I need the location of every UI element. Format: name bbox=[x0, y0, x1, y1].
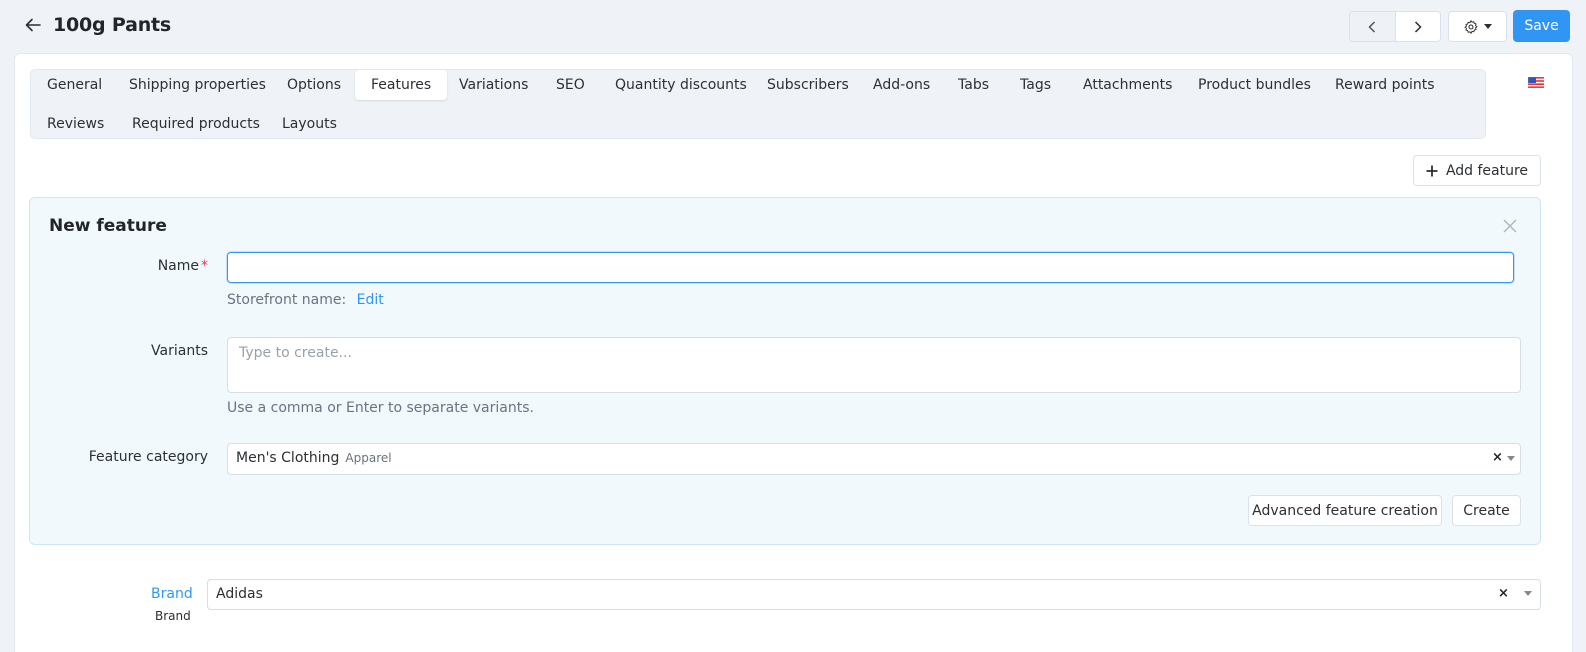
tab-layouts[interactable]: Layouts bbox=[266, 109, 353, 139]
page-title: 100g Pants bbox=[53, 14, 172, 36]
plus-icon bbox=[1426, 165, 1438, 176]
new-feature-title: New feature bbox=[49, 216, 167, 236]
tab-features[interactable]: Features bbox=[355, 70, 448, 100]
tab-attachments[interactable]: Attachments bbox=[1067, 70, 1188, 100]
add-feature-label: Add feature bbox=[1445, 162, 1529, 179]
tab-reward-points[interactable]: Reward points bbox=[1319, 70, 1451, 100]
category-parent: Apparel bbox=[345, 451, 392, 465]
brand-select[interactable]: Adidas × bbox=[207, 579, 1541, 610]
variants-placeholder: Type to create... bbox=[239, 345, 352, 361]
create-button[interactable]: Create bbox=[1452, 495, 1521, 526]
clear-brand-icon[interactable]: × bbox=[1498, 586, 1509, 601]
tab-subscribers[interactable]: Subscribers bbox=[751, 70, 865, 100]
tab-seo[interactable]: SEO bbox=[540, 70, 601, 100]
tab-quantity-discounts[interactable]: Quantity discounts bbox=[599, 70, 763, 100]
caret-down-icon bbox=[1484, 24, 1492, 29]
category-name: Men's Clothing bbox=[236, 450, 340, 466]
previous-product-button[interactable] bbox=[1350, 12, 1396, 41]
variants-hint: Use a comma or Enter to separate variant… bbox=[227, 400, 534, 416]
arrow-left-icon bbox=[25, 18, 41, 32]
tab-shipping-properties[interactable]: Shipping properties bbox=[113, 70, 282, 100]
name-label-text: Name bbox=[157, 258, 199, 274]
add-feature-button[interactable]: Add feature bbox=[1413, 155, 1541, 186]
dropdown-arrow-icon[interactable] bbox=[1507, 456, 1515, 461]
clear-category-icon[interactable]: × bbox=[1492, 450, 1503, 465]
required-marker: * bbox=[201, 258, 208, 274]
page-header: 100g Pants Save bbox=[0, 0, 1586, 52]
us-flag-icon[interactable] bbox=[1528, 77, 1544, 88]
next-product-button[interactable] bbox=[1395, 12, 1440, 41]
tab-add-ons[interactable]: Add-ons bbox=[857, 70, 946, 100]
feature-category-label: Feature category bbox=[88, 449, 208, 465]
advanced-feature-creation-button[interactable]: Advanced feature creation bbox=[1248, 495, 1442, 526]
tab-variations[interactable]: Variations bbox=[443, 70, 544, 100]
gear-icon bbox=[1464, 19, 1478, 34]
storefront-name-row: Storefront name: Edit bbox=[227, 292, 384, 308]
tab-options[interactable]: Options bbox=[271, 70, 357, 100]
tab-reviews[interactable]: Reviews bbox=[31, 109, 120, 139]
save-button[interactable]: Save bbox=[1513, 10, 1570, 42]
feature-brand-link[interactable]: Brand bbox=[151, 586, 193, 602]
tab-required-products[interactable]: Required products bbox=[116, 109, 276, 139]
back-button[interactable] bbox=[22, 14, 44, 36]
brand-value: Adidas bbox=[216, 586, 263, 602]
name-label: Name * bbox=[38, 258, 208, 274]
storefront-name-edit-link[interactable]: Edit bbox=[357, 292, 384, 308]
storefront-name-label: Storefront name: bbox=[227, 292, 347, 308]
tab-general[interactable]: General bbox=[31, 70, 118, 100]
tab-product-bundles[interactable]: Product bundles bbox=[1182, 70, 1327, 100]
feature-category-select[interactable]: Men's Clothing Apparel × bbox=[227, 443, 1521, 475]
variants-input[interactable]: Type to create... bbox=[227, 337, 1521, 393]
variants-label: Variants bbox=[151, 343, 208, 359]
prev-next-group bbox=[1349, 11, 1441, 42]
chevron-left-icon bbox=[1368, 20, 1376, 33]
feature-name-input[interactable] bbox=[227, 252, 1514, 283]
feature-category-value: Men's Clothing Apparel bbox=[236, 450, 392, 466]
close-icon[interactable] bbox=[1502, 218, 1518, 234]
tab-tags[interactable]: Tags bbox=[1004, 70, 1067, 100]
settings-dropdown-button[interactable] bbox=[1448, 11, 1507, 42]
product-card: General Shipping properties Options Feat… bbox=[14, 53, 1573, 652]
feature-brand-type: Brand bbox=[155, 609, 191, 623]
new-feature-panel: New feature Name * Storefront name: Edit … bbox=[29, 197, 1541, 545]
chevron-right-icon bbox=[1414, 20, 1422, 33]
brand-dropdown-arrow-icon[interactable] bbox=[1524, 591, 1532, 596]
tabs-bar: General Shipping properties Options Feat… bbox=[30, 69, 1486, 139]
tab-tabs[interactable]: Tabs bbox=[942, 70, 1005, 100]
